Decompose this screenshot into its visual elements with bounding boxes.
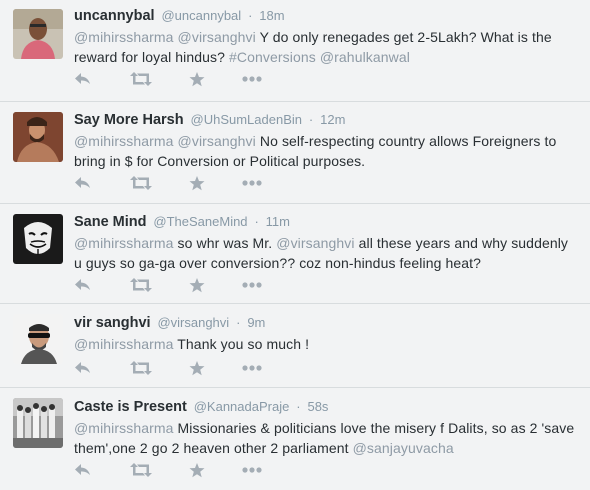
avatar[interactable] <box>13 214 63 264</box>
more-icon <box>242 76 262 82</box>
reply-button[interactable] <box>74 69 91 89</box>
timestamp[interactable]: 12m <box>320 112 345 127</box>
author-handle[interactable]: @TheSaneMind <box>153 214 247 229</box>
separator: · <box>236 315 241 330</box>
author-name[interactable]: uncannybal <box>74 8 155 24</box>
mention-link[interactable]: @mihirssharma <box>74 29 174 45</box>
avatar[interactable] <box>13 9 63 59</box>
author-handle[interactable]: @virsanghvi <box>157 315 229 330</box>
favorite-button[interactable] <box>189 173 205 193</box>
mention-link[interactable]: @mihirssharma <box>74 133 174 149</box>
tweet-text: @mihirssharma Missionaries & politicians… <box>74 418 578 458</box>
favorite-icon <box>189 360 205 376</box>
author-name[interactable]: Say More Harsh <box>74 112 184 128</box>
avatar[interactable] <box>13 398 63 448</box>
tweet[interactable]: Say More Harsh @UhSumLadenBin · 12m @mih… <box>0 102 590 204</box>
favorite-button[interactable] <box>189 69 205 89</box>
mention-link[interactable]: @mihirssharma <box>74 420 174 436</box>
tweet[interactable]: Caste is Present @KannadaPraje · 58s @mi… <box>0 388 590 490</box>
favorite-icon <box>189 175 205 191</box>
mention-link[interactable]: @virsanghvi <box>178 133 256 149</box>
author-handle[interactable]: @uncannybal <box>161 8 241 23</box>
hashtag-link[interactable]: #Conversions <box>229 49 316 65</box>
reply-button[interactable] <box>74 358 91 378</box>
retweet-icon <box>130 463 152 477</box>
tweet-text: @mihirssharma @virsanghvi Y do only rene… <box>74 27 578 67</box>
reply-icon <box>74 361 91 375</box>
retweet-button[interactable] <box>130 173 152 193</box>
favorite-icon <box>189 462 205 478</box>
author-name[interactable]: vir sanghvi <box>74 315 151 331</box>
tweet-text: @mihirssharma so whr was Mr. @virsanghvi… <box>74 233 578 273</box>
timestamp[interactable]: 9m <box>247 315 265 330</box>
avatar[interactable] <box>13 314 63 364</box>
reply-button[interactable] <box>74 460 91 480</box>
more-icon <box>242 365 262 371</box>
separator: · <box>248 8 253 23</box>
more-button[interactable] <box>242 358 262 378</box>
tweet[interactable]: Sane Mind @TheSaneMind · 11m @mihirsshar… <box>0 204 590 304</box>
mention-link[interactable]: @virsanghvi <box>178 29 256 45</box>
more-icon <box>242 467 262 473</box>
avatar[interactable] <box>13 112 63 162</box>
timeline: uncannybal @uncannybal · 18m @mihirsshar… <box>0 0 590 490</box>
mention-link[interactable]: @mihirssharma <box>74 235 174 251</box>
timestamp[interactable]: 18m <box>259 8 284 23</box>
more-icon <box>242 282 262 288</box>
more-button[interactable] <box>242 69 262 89</box>
reply-icon <box>74 463 91 477</box>
favorite-button[interactable] <box>189 358 205 378</box>
retweet-icon <box>130 72 152 86</box>
reply-icon <box>74 176 91 190</box>
retweet-button[interactable] <box>130 275 152 295</box>
timestamp[interactable]: 11m <box>266 214 290 229</box>
mention-link[interactable]: @mihirssharma <box>74 336 174 352</box>
favorite-icon <box>189 71 205 87</box>
reply-button[interactable] <box>74 275 91 295</box>
separator: · <box>308 112 314 127</box>
author-name[interactable]: Sane Mind <box>74 214 147 230</box>
tweet[interactable]: vir sanghvi @virsanghvi · 9m @mihirsshar… <box>0 304 590 388</box>
more-icon <box>242 180 262 186</box>
author-handle[interactable]: @KannadaPraje <box>194 399 290 414</box>
favorite-icon <box>189 277 205 293</box>
favorite-button[interactable] <box>189 460 205 480</box>
retweet-button[interactable] <box>130 69 152 89</box>
more-button[interactable] <box>242 460 262 480</box>
retweet-icon <box>130 176 152 190</box>
more-button[interactable] <box>242 275 262 295</box>
reply-icon <box>74 278 91 292</box>
tweet-text: @mihirssharma Thank you so much ! <box>74 334 578 354</box>
separator: · <box>296 399 301 414</box>
timestamp[interactable]: 58s <box>307 399 328 414</box>
author-handle[interactable]: @UhSumLadenBin <box>191 112 302 127</box>
separator: · <box>254 214 259 229</box>
more-button[interactable] <box>242 173 262 193</box>
retweet-button[interactable] <box>130 358 152 378</box>
text-run: Thank you so much ! <box>173 336 310 352</box>
retweet-button[interactable] <box>130 460 152 480</box>
reply-button[interactable] <box>74 173 91 193</box>
retweet-icon <box>130 278 152 292</box>
text-run: so whr was Mr. <box>173 235 277 251</box>
reply-icon <box>74 72 91 86</box>
favorite-button[interactable] <box>189 275 205 295</box>
tweet[interactable]: uncannybal @uncannybal · 18m @mihirsshar… <box>0 0 590 102</box>
mention-link[interactable]: @virsanghvi <box>276 235 354 251</box>
mention-link[interactable]: @sanjayuvacha <box>353 440 454 456</box>
mention-link[interactable]: @rahulkanwal <box>320 49 410 65</box>
author-name[interactable]: Caste is Present <box>74 399 187 415</box>
retweet-icon <box>130 361 152 375</box>
tweet-text: @mihirssharma @virsanghvi No self-respec… <box>74 131 578 171</box>
